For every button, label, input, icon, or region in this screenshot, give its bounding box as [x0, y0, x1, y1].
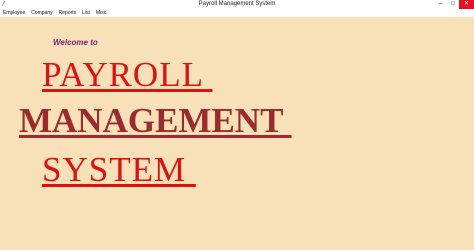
menu-company[interactable]: Company: [28, 9, 55, 17]
heading-management: MANAGEMENT: [19, 101, 292, 140]
window-controls: ─ □ ✕: [435, 0, 474, 9]
heading-payroll: PAYROLL: [42, 55, 213, 94]
close-button[interactable]: ✕: [459, 0, 474, 9]
welcome-text: Welcome to: [53, 38, 98, 47]
heading-system: SYSTEM: [42, 150, 196, 189]
maximize-button[interactable]: □: [447, 0, 459, 9]
window-title: Payroll Management System: [198, 1, 276, 7]
menu-list[interactable]: List: [79, 9, 93, 17]
menu-reports[interactable]: Reports: [56, 9, 80, 17]
menu-bar: Employee Company Reports List Misc.: [0, 9, 474, 17]
menu-employee[interactable]: Employee: [0, 9, 28, 17]
menu-misc[interactable]: Misc.: [93, 9, 111, 17]
minimize-button[interactable]: ─: [435, 0, 447, 9]
